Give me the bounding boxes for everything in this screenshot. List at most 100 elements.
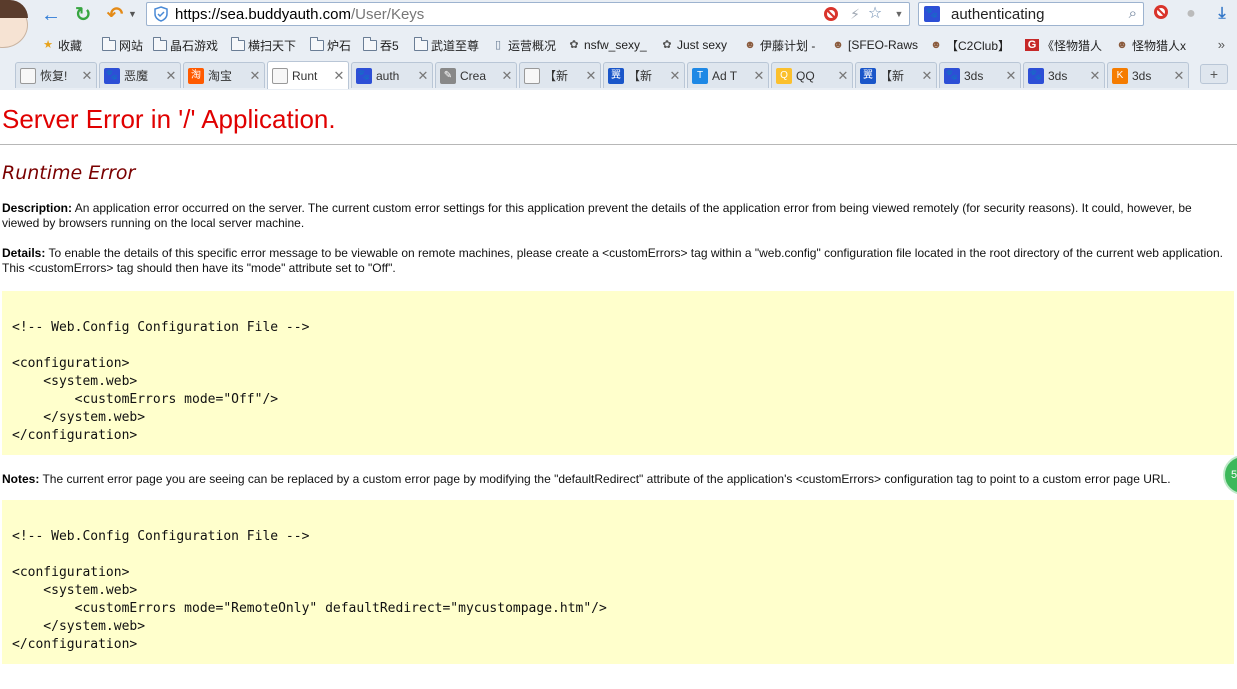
bookmark-sfeo-raws[interactable]: ☻ [SFEO-Raws [831,36,918,54]
tab-close-icon[interactable]: ✕ [1089,68,1101,84]
blocker-toolbar-icon[interactable] [1151,4,1171,24]
tab-new-1[interactable]: 【新 ✕ [519,62,601,88]
bookmark-just-sexy[interactable]: ✿ Just sexy [660,36,727,54]
tab-label: 【新 [880,69,905,83]
tab-close-icon[interactable]: ✕ [501,68,513,84]
search-icon[interactable]: ⌕ [1129,5,1137,22]
tab-auth[interactable]: 🐾 auth ✕ [351,62,433,88]
address-url[interactable]: https://sea.buddyauth.com/User/Keys [175,6,424,23]
tab-label: 3ds [1132,68,1152,83]
undo-dropdown-chevron-icon[interactable]: ▼ [128,9,137,19]
refresh-button[interactable]: ↻ [72,4,94,26]
taobao-icon: 淘 [188,67,204,84]
floating-widget-button[interactable]: 5 [1223,455,1237,495]
code-line: </system.web> [12,619,146,634]
bookmark-c2club[interactable]: ☻ 【C2Club】 [929,36,1010,54]
undo-icon: ↶ [106,4,124,26]
tab-close-icon[interactable]: ✕ [753,68,765,84]
undo-close-tab-button[interactable]: ↶ [104,4,126,26]
tab-3ds-2[interactable]: 🐾 3ds ✕ [1023,62,1105,88]
code-line: <!-- Web.Config Configuration File --> [12,529,310,544]
anime-icon: ☻ [1116,39,1128,51]
code-line: <system.web> [12,374,138,389]
tab-demon[interactable]: 🐾 恶魔 ✕ [99,62,181,88]
bookmark-folder-hengsao[interactable]: 横扫天下 [231,36,296,54]
bookmark-folder-games[interactable]: 晶石游戏 [153,36,218,54]
tab-3ds-1[interactable]: 🐾 3ds ✕ [939,62,1021,88]
yi-icon: 翼 [608,67,624,84]
description-text: An application error occurred on the ser… [2,201,1192,230]
folder-icon [231,36,245,51]
tab-new-2[interactable]: 翼【新 ✕ [603,62,685,88]
tab-close-icon[interactable]: ✕ [249,68,261,84]
tab-close-icon[interactable]: ✕ [81,68,93,84]
bookmark-monster-hunter-x[interactable]: ☻ 怪物猎人x [1115,36,1186,54]
anime-icon: ☻ [930,39,942,51]
address-dropdown-chevron-icon[interactable]: ▼ [891,6,907,22]
back-button[interactable]: ← [40,4,62,26]
bookmark-nsfw-sexy[interactable]: ✿ nsfw_sexy_ [567,36,646,54]
bookmark-monster-hunter[interactable]: G 《怪物猎人 [1025,36,1102,54]
code-line: <!-- Web.Config Configuration File --> [12,320,310,335]
paw-icon: 🐾 [356,67,372,84]
bookmark-label: 伊藤计划 - [760,38,816,53]
lightning-icon[interactable]: ⚡ [847,6,863,22]
description-label: Description: [2,201,73,215]
page-icon: ▯ [494,39,502,51]
tab-close-icon[interactable]: ✕ [165,68,177,84]
tab-close-icon[interactable]: ✕ [333,68,345,84]
tab-ad[interactable]: T Ad T ✕ [687,62,769,88]
bookmark-folder-websites[interactable]: 网站 [102,36,143,54]
tab-close-icon[interactable]: ✕ [585,68,597,84]
tab-label: QQ [796,68,815,83]
tab-close-icon[interactable]: ✕ [417,68,429,84]
bookmark-ito-project[interactable]: ☻ 伊藤计划 - [743,36,815,54]
bookmark-star-icon[interactable]: ☆ [867,6,883,22]
extension-icon[interactable]: ● [1181,4,1201,24]
tab-label: 淘宝 [208,69,233,83]
details-text: To enable the details of this specific e… [2,246,1223,275]
avatar-hair [0,0,28,18]
tab-new-3[interactable]: 翼【新 ✕ [855,62,937,88]
bookmark-favorites[interactable]: ★ 收藏 [41,36,82,54]
description-paragraph: Description: An application error occurr… [2,201,1230,231]
tab-label: Runt [292,68,318,83]
bookmark-folder-hearthstone[interactable]: 炉石 [310,36,351,54]
tab-strip: 恢复! ✕ 🐾 恶魔 ✕ 淘淘宝 ✕ Runt ✕ 🐾 auth ✕ ✎ Crea ✕ 【新 ✕ 翼… [0,60,1237,89]
code-line: </configuration> [12,637,138,652]
bookmark-folder-wudao[interactable]: 武道至尊 [414,36,479,54]
tab-restore[interactable]: 恢复! ✕ [15,62,97,88]
search-input[interactable] [951,5,1111,23]
new-tab-button[interactable]: + [1200,64,1228,84]
code-line: </configuration> [12,428,138,443]
tab-close-icon[interactable]: ✕ [1005,68,1017,84]
tab-close-icon[interactable]: ✕ [837,68,849,84]
tab-create[interactable]: ✎ Crea ✕ [435,62,517,88]
bookmark-folder-tun5[interactable]: 吞5 [363,36,399,54]
tab-close-icon[interactable]: ✕ [1173,68,1185,84]
bookmark-ops-overview[interactable]: ▯ 运营概况 [491,36,556,54]
divider [0,144,1237,145]
error-subtitle: Runtime Error [2,162,136,184]
search-engine-paw-icon[interactable]: 🐾 [924,6,940,22]
tab-close-icon[interactable]: ✕ [669,68,681,84]
anime-icon: ☻ [832,39,844,51]
site-icon: ✿ [569,39,579,51]
search-bar[interactable]: 🐾 ⌕ [918,2,1144,26]
bookmark-label: [SFEO-Raws [848,38,919,52]
code-block-off: <!-- Web.Config Configuration File --> <c… [2,291,1234,455]
tab-qq[interactable]: Q QQ ✕ [771,62,853,88]
page-icon [20,67,36,84]
adblock-icon[interactable] [823,6,839,22]
download-icon[interactable]: ⤓ [1212,4,1232,24]
tab-taobao[interactable]: 淘淘宝 ✕ [183,62,265,88]
bookmark-label: 炉石 [327,38,352,53]
tab-close-icon[interactable]: ✕ [921,68,933,84]
tab-3ds-3[interactable]: K 3ds ✕ [1107,62,1189,88]
tab-runtime-error[interactable]: Runt ✕ [267,61,349,89]
code-line: <customErrors mode="RemoteOnly" defaultR… [12,601,607,616]
address-bar[interactable]: https://sea.buddyauth.com/User/Keys ⚡ ☆ … [146,2,910,26]
code-block-remoteonly: <!-- Web.Config Configuration File --> <c… [2,500,1234,664]
bookmarks-more-chevron-icon[interactable]: » [1218,37,1225,52]
